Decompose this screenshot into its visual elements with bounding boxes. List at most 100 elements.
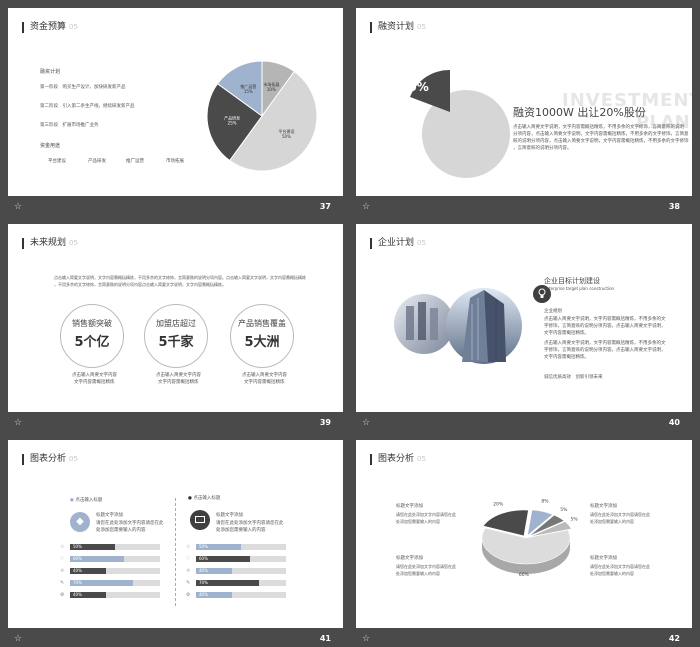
- bar-label: 60%: [73, 556, 82, 561]
- paragraph-line: 文字内容需概括精炼。: [544, 355, 589, 360]
- paragraph-line: 文字内容需概括精炼。: [544, 331, 589, 336]
- paragraph-line: 字修饰，言简意赅的说明分项内容。点击输入简要文字说明，: [544, 348, 666, 353]
- goal-circle: 产品销售覆盖 5大洲: [230, 304, 294, 368]
- body-line: ，言简意赅的说明分项内容。: [513, 146, 572, 151]
- slide-title: 图表分析 05: [370, 454, 426, 465]
- star-icon: ☆: [14, 202, 23, 212]
- slide-38[interactable]: 融资计划 05 INVESTMENT PLAN 20% 融资1000W 出让20%…: [356, 8, 692, 196]
- bar-label: 60%: [199, 556, 208, 561]
- slice-label: 60%: [519, 572, 530, 578]
- slide-number: 41: [319, 634, 331, 643]
- callout-title: 标题文字添加: [590, 504, 617, 509]
- left-desc: 处添加您需要输入的内容: [96, 528, 146, 533]
- monitor-icon: [190, 510, 210, 530]
- paragraph-line: 点击输入简要文字说明，文字内容需概括精炼，不用多余的文: [544, 341, 666, 346]
- bar-icon: ♡: [60, 556, 65, 562]
- bar-icon: ☆: [186, 544, 191, 550]
- slide-footer-39: ☆ 39: [8, 413, 343, 433]
- use-4: 市场拓展: [166, 159, 184, 164]
- headline: 融资1000W 出让20%股份: [513, 106, 646, 119]
- goal-circle: 销售额突破 5个亿: [60, 304, 124, 368]
- paragraph-line: 点击输入简要文字说明，文字内容需概括精炼，不用多余的文: [544, 317, 666, 322]
- bar-icon: ♡: [186, 556, 191, 562]
- stage-3: 第三阶段 扩展市场推广业务: [40, 123, 99, 128]
- slide-42[interactable]: 图表分析 05 标题文字添加 请您在此处添加文字内容请您在此 处添加您需要输入的内…: [356, 440, 692, 628]
- star-icon: ☆: [14, 634, 23, 644]
- slide-title: 未来规划 05: [22, 238, 78, 249]
- use-3: 推广运营: [126, 159, 144, 164]
- use-1: 平台建设: [48, 159, 66, 164]
- right-desc: 请您在此处添加文字内容请您在此: [216, 521, 284, 526]
- body-line: 赅的说明分项内容，点击输入简要文字说明，文字内容需概括精炼，不用多余的文字修饰: [513, 139, 689, 144]
- callout-desc: 处添加您需要输入的内容: [396, 571, 440, 576]
- slide-footer-37: ☆ 37: [8, 197, 343, 217]
- intro-line: 点击输入简要文字说明，文字内容需概括精炼，不用多余的文字修饰，言简意赅的说明分项…: [54, 275, 306, 280]
- bar-row: 50%: [70, 544, 160, 550]
- callout-desc: 请您在此处添加文字内容请您在此: [396, 564, 456, 569]
- bar-label: 70%: [73, 580, 82, 585]
- body-line: 点击输入简要文字说明，文字内容需概括精炼，不用多余的文字修饰，言简意赅的说明: [513, 125, 684, 130]
- bar-row: 40%: [70, 568, 160, 574]
- slice-value: 50%: [282, 134, 291, 139]
- callout-desc: 处添加您需要输入的内容: [590, 519, 634, 524]
- slice-value: 25%: [228, 121, 237, 126]
- percent-label: 20%: [400, 80, 429, 94]
- slice-label: 5%: [570, 517, 578, 523]
- bar-label: 40%: [73, 592, 82, 597]
- right-desc: 处添加您需要输入的内容: [216, 528, 266, 533]
- left-header: ● 点击输入标题: [70, 498, 103, 503]
- star-icon: ☆: [362, 202, 371, 212]
- body-line: 分项内容，点击输入简要文字说明，文字内容需概括精炼，不用多余的文字修饰，言简意: [513, 132, 689, 137]
- callout-title: 标题文字添加: [396, 504, 423, 509]
- bar-row: 40%: [196, 568, 286, 574]
- bar-row: 70%: [196, 580, 286, 586]
- callout-desc: 请您在此处添加文字内容请您在此: [396, 512, 456, 517]
- plan-heading-en: Enterprise target plan construction: [544, 286, 615, 291]
- building-photos: [394, 285, 551, 364]
- slide-41[interactable]: 图表分析 05 ● 点击输入标题 ● 点击输入标题 ◆ 标题文字添加 请您在此处添…: [8, 440, 343, 628]
- slide-37[interactable]: 资金预算 05 融资计划 第一阶段 购买生产设计，加快研发新产品 第二阶段 引入第…: [8, 8, 343, 196]
- slogan: 诚信优质高效 创新引领未来: [544, 375, 603, 380]
- slide-footer-40: ☆ 40: [356, 413, 692, 433]
- callout-desc: 请您在此处添加文字内容请您在此: [590, 512, 650, 517]
- slide-title: 资金预算 05: [22, 22, 78, 33]
- goal-desc: 文字内容需概括精炼: [158, 380, 199, 385]
- slide-number: 37: [319, 202, 331, 211]
- goal-desc: 点击输入简要文字内容: [242, 373, 287, 378]
- pie-chart: 市场拓展10%平台建设50%产品研发25%推广运营15%: [206, 60, 318, 172]
- goal-desc: 点击输入简要文字内容: [156, 373, 201, 378]
- slide-number: 40: [668, 418, 680, 427]
- goal-desc: 文字内容需概括精炼: [244, 380, 285, 385]
- slide-number: 38: [668, 202, 680, 211]
- slide-title: 融资计划 05: [370, 22, 426, 33]
- slide-footer-38: ☆ 38: [356, 197, 692, 217]
- slice-label: 8%: [541, 498, 549, 504]
- slice-value: 15%: [244, 89, 253, 94]
- callout-desc: 请您在此处添加文字内容请您在此: [590, 564, 650, 569]
- pie-3d-chart: 60% 20% 8% 5%5%: [481, 498, 578, 578]
- use-2: 产品研发: [88, 159, 106, 164]
- right-header: ● 点击输入标题: [188, 496, 221, 501]
- paragraph-line: 字修饰，言简意赅的说明分项内容。点击输入简要文字说明，: [544, 324, 666, 329]
- slice-label: 5%: [560, 507, 568, 513]
- stage-1: 第一阶段 购买生产设计，加快研发新产品: [40, 85, 126, 90]
- slide-39[interactable]: 未来规划 05 点击输入简要文字说明，文字内容需概括精炼，不用多余的文字修饰，言简…: [8, 224, 343, 412]
- bar-icon: ✎: [60, 580, 65, 586]
- bar-label: 40%: [73, 568, 82, 573]
- goal-desc: 文字内容需概括精炼: [74, 380, 115, 385]
- use-title: 资金用途: [40, 143, 61, 149]
- bar-row: 40%: [70, 592, 160, 598]
- callout-desc: 处添加您需要输入的内容: [396, 519, 440, 524]
- divider: [175, 498, 176, 606]
- right-title: 标题文字添加: [216, 513, 243, 518]
- callout-title: 标题文字添加: [590, 556, 617, 561]
- bar-row: 40%: [196, 592, 286, 598]
- slide-footer-41: ☆ 41: [8, 629, 343, 647]
- slide-footer-42: ☆ 42: [356, 629, 692, 647]
- slide-40[interactable]: 企业计划 05 企业目标计划建设 Enterprise target plan c…: [356, 224, 692, 412]
- bar-label: 40%: [199, 568, 208, 573]
- callout-title: 标题文字添加: [396, 556, 423, 561]
- left-title: 标题文字添加: [96, 513, 123, 518]
- slide-number: 39: [319, 418, 331, 427]
- slice-value: 10%: [267, 87, 276, 92]
